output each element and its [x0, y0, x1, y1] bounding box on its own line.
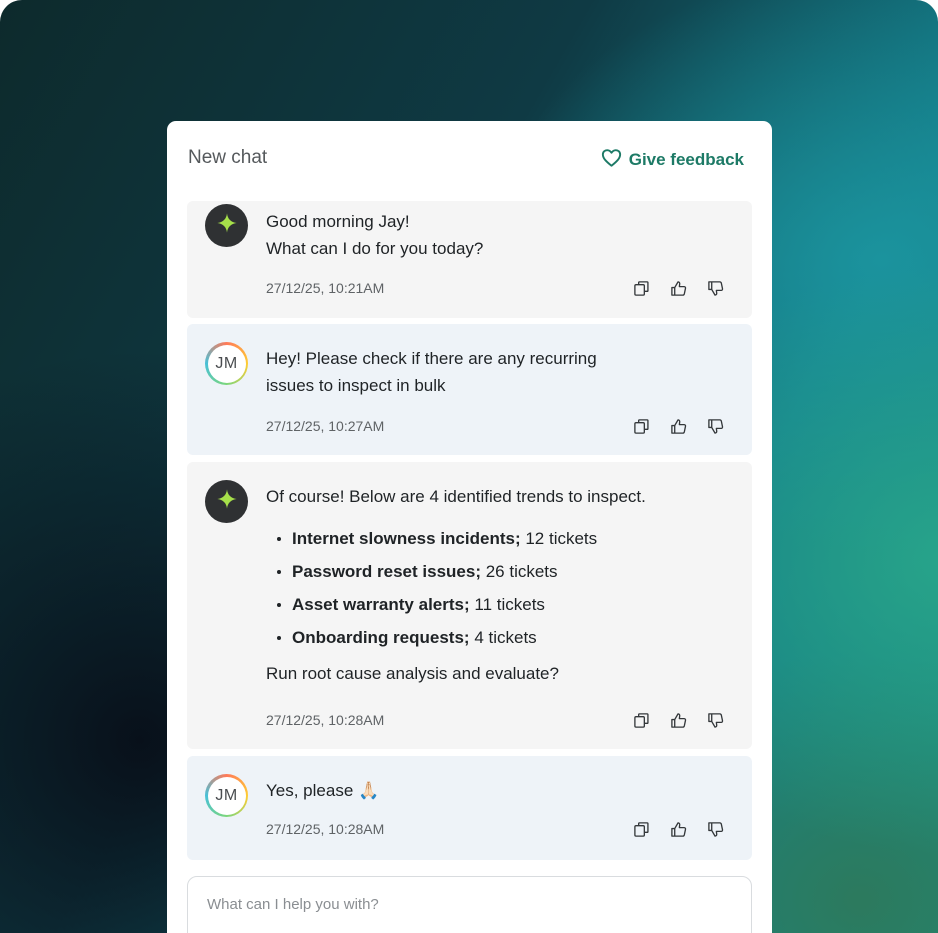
thumbs-up-icon[interactable] — [668, 710, 689, 731]
message-timestamp: 27/12/25, 10:28AM — [266, 712, 385, 728]
assistant-avatar — [205, 204, 248, 247]
message-actions — [631, 819, 726, 840]
avatar-initials: JM — [207, 344, 246, 383]
thumbs-down-icon[interactable] — [705, 416, 726, 437]
trend-count: 4 tickets — [474, 628, 537, 647]
avatar: JM — [205, 774, 248, 817]
trend-count: 12 tickets — [525, 529, 598, 548]
copy-icon[interactable] — [631, 819, 652, 840]
avatar: JM — [205, 342, 248, 385]
heart-icon — [601, 148, 622, 172]
thumbs-down-icon[interactable] — [705, 710, 726, 731]
message-text: Of course! Below are 4 identified trends… — [266, 487, 646, 506]
trend-title: Password reset issues; — [292, 562, 481, 581]
message-actions — [631, 710, 726, 731]
copy-icon[interactable] — [631, 278, 652, 299]
assistant-message: Good morning Jay! What can I do for you … — [187, 201, 752, 318]
message-text: Run root cause analysis and evaluate? — [266, 664, 559, 683]
list-item: Asset warranty alerts; 11 tickets — [266, 591, 736, 618]
copy-icon[interactable] — [631, 416, 652, 437]
trend-title: Asset warranty alerts; — [292, 595, 470, 614]
list-item: Password reset issues; 26 tickets — [266, 558, 736, 585]
trend-count: 26 tickets — [485, 562, 558, 581]
thumbs-up-icon[interactable] — [668, 416, 689, 437]
message-text: Hey! Please check if there are any recur… — [266, 349, 597, 368]
trend-title: Internet slowness incidents; — [292, 529, 521, 548]
message-text: Yes, please 🙏🏻 — [266, 781, 380, 800]
message-text: What can I do for you today? — [266, 239, 484, 258]
thumbs-down-icon[interactable] — [705, 819, 726, 840]
thumbs-up-icon[interactable] — [668, 278, 689, 299]
assistant-avatar — [205, 480, 248, 523]
give-feedback-label: Give feedback — [628, 150, 744, 169]
chat-input[interactable] — [205, 895, 729, 914]
message-actions — [631, 416, 726, 437]
list-item: Onboarding requests; 4 tickets — [266, 624, 736, 651]
message-timestamp: 27/12/25, 10:21AM — [266, 280, 385, 296]
trend-list: Internet slowness incidents; 12 tickets … — [266, 525, 736, 651]
user-message: JM Yes, please 🙏🏻 27/12/25, 10:28AM — [187, 756, 752, 860]
message-timestamp: 27/12/25, 10:27AM — [266, 418, 385, 434]
avatar-initials: JM — [207, 776, 246, 815]
trend-count: 11 tickets — [474, 595, 545, 614]
user-message: JM Hey! Please check if there are any re… — [187, 324, 752, 455]
thumbs-down-icon[interactable] — [705, 278, 726, 299]
thumbs-up-icon[interactable] — [668, 819, 689, 840]
sparkle-icon — [216, 488, 238, 515]
panel-title: New chat — [188, 147, 268, 168]
message-timestamp: 27/12/25, 10:28AM — [266, 821, 385, 837]
copy-icon[interactable] — [631, 710, 652, 731]
chat-panel: New chat Give feedback Good morning Jay!… — [167, 121, 772, 933]
give-feedback-button[interactable]: Give feedback — [601, 148, 744, 172]
message-actions — [631, 278, 726, 299]
app-background: New chat Give feedback Good morning Jay!… — [0, 0, 938, 933]
list-item: Internet slowness incidents; 12 tickets — [266, 525, 736, 552]
assistant-message: Of course! Below are 4 identified trends… — [187, 462, 752, 749]
sparkle-icon — [216, 212, 238, 239]
trend-title: Onboarding requests; — [292, 628, 470, 647]
message-composer[interactable] — [187, 876, 752, 933]
message-text: issues to inspect in bulk — [266, 376, 446, 395]
message-text: Good morning Jay! — [266, 212, 410, 231]
